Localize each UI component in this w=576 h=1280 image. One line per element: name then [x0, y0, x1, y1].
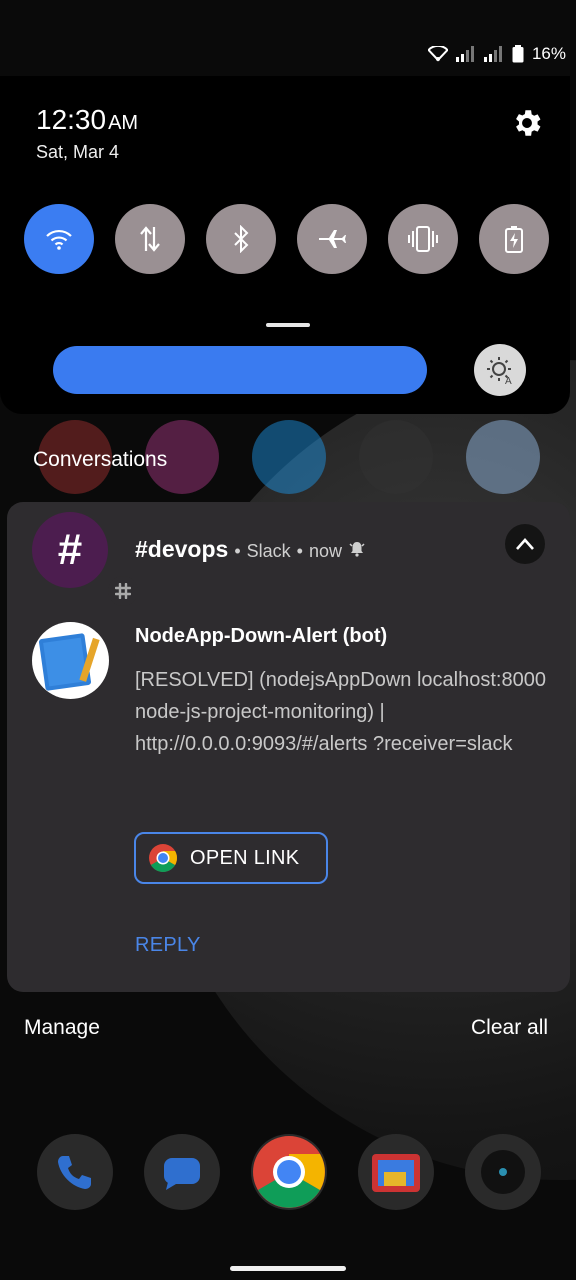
background-app-icon [252, 420, 326, 494]
open-link-button[interactable]: OPEN LINK [134, 832, 328, 884]
camera-app-icon [465, 1134, 541, 1210]
chrome-icon [149, 844, 177, 872]
chrome-icon [253, 1136, 325, 1208]
wifi-icon [427, 46, 448, 62]
notification-message: [RESOLVED] (nodejsAppDown localhost:8000… [135, 669, 546, 755]
gear-icon[interactable] [510, 106, 544, 140]
quick-settings-panel: 12:30 AM Sat, Mar 4 A [0, 76, 570, 414]
battery-saver-tile[interactable] [479, 204, 549, 274]
gallery-icon [372, 1154, 420, 1192]
bluetooth-tile[interactable] [206, 204, 276, 274]
manage-button[interactable]: Manage [24, 1016, 100, 1040]
conversations-header: Conversations [33, 448, 168, 471]
airplane-mode-tile[interactable] [297, 204, 367, 274]
navigation-handle[interactable] [230, 1266, 346, 1271]
channel-avatar: # [32, 512, 138, 606]
airplane-icon [319, 230, 346, 248]
notebook-icon [38, 633, 100, 691]
notification-header: #devops • Slack • now [135, 536, 366, 563]
background-app-icon [359, 420, 433, 494]
clear-all-button[interactable]: Clear all [471, 1016, 548, 1040]
chevron-up-icon [516, 538, 534, 550]
gallery-app-icon [358, 1134, 434, 1210]
signal-icon [455, 46, 474, 62]
wifi-icon [46, 229, 72, 250]
messages-app-icon [144, 1134, 220, 1210]
mobile-data-tile[interactable] [115, 204, 185, 274]
alert-bell-icon [349, 542, 365, 557]
battery-icon [512, 45, 524, 63]
app-name: Slack [246, 541, 291, 561]
battery-saver-icon [505, 226, 523, 253]
status-bar: 16% [0, 0, 576, 72]
quick-tiles [24, 204, 549, 274]
wifi-tile[interactable] [24, 204, 94, 274]
auto-brightness-button[interactable]: A [474, 344, 526, 396]
messages-icon [164, 1158, 200, 1190]
camera-icon [481, 1150, 525, 1194]
slack-icon [115, 583, 131, 599]
channel-name: #devops [135, 536, 229, 562]
slack-badge [108, 576, 138, 606]
clock[interactable]: 12:30 AM [36, 104, 138, 136]
vibrate-icon [408, 226, 438, 252]
notification-time: now [308, 541, 342, 561]
battery-percentage: 16% [531, 44, 566, 63]
brightness-slider[interactable] [53, 346, 427, 394]
drag-handle[interactable] [266, 323, 310, 327]
separator-dot: • [234, 541, 241, 561]
sender-avatar [32, 622, 109, 699]
phone-icon [58, 1156, 91, 1189]
collapse-button[interactable] [505, 524, 545, 564]
vibrate-tile[interactable] [388, 204, 458, 274]
bluetooth-icon [234, 225, 249, 253]
hash-icon: # [57, 525, 83, 574]
signal-icon [483, 46, 502, 62]
slack-notification[interactable]: # #devops • Slack • now NodeApp-Down-Ale… [7, 502, 570, 992]
svg-text:A: A [505, 376, 512, 385]
sender-name: NodeApp-Down-Alert (bot) [135, 625, 388, 647]
chrome-app-icon [251, 1134, 327, 1210]
date[interactable]: Sat, Mar 4 [36, 142, 119, 163]
separator-dot: • [296, 541, 303, 561]
reply-button[interactable]: REPLY [135, 934, 201, 957]
home-dock [0, 1134, 576, 1210]
background-app-icon [466, 420, 540, 494]
auto-brightness-icon: A [487, 357, 512, 385]
phone-app-icon [37, 1134, 113, 1210]
data-arrows-icon [140, 226, 160, 252]
open-link-label: OPEN LINK [190, 846, 300, 869]
